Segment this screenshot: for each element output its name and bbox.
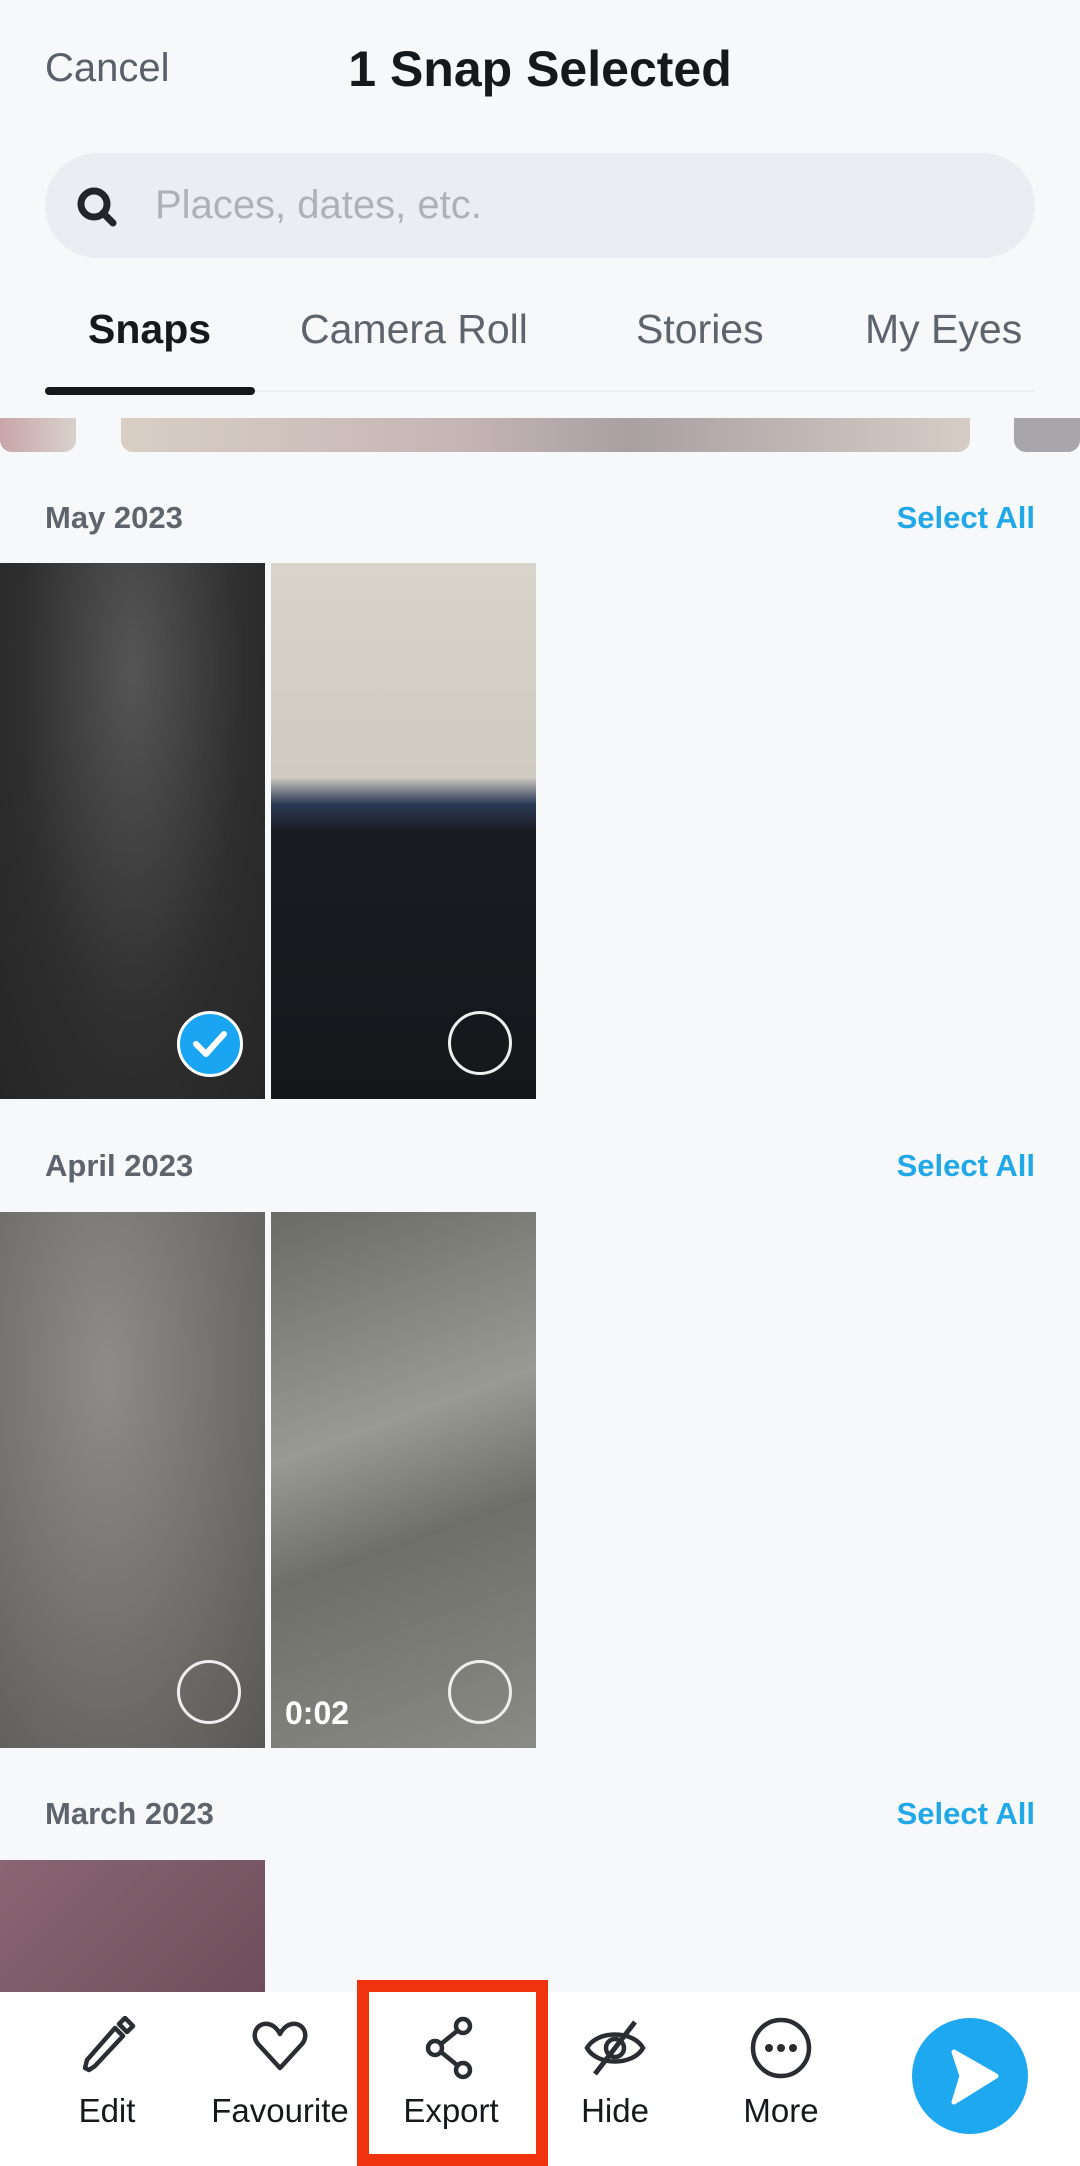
search-input[interactable]: Places, dates, etc. [45, 153, 1035, 258]
select-circle[interactable] [448, 1011, 512, 1075]
tab-indicator [45, 387, 255, 395]
story-thumbnail[interactable] [0, 418, 76, 452]
selected-check-icon[interactable] [177, 1011, 243, 1077]
tab-my-eyes[interactable]: My Eyes [865, 306, 1022, 353]
hide-button[interactable]: Hide [530, 1992, 700, 2166]
select-all-button[interactable]: Select All [897, 1796, 1035, 1832]
edit-label: Edit [78, 2092, 136, 2129]
search-placeholder: Places, dates, etc. [155, 183, 482, 227]
story-thumbnail[interactable] [1014, 418, 1080, 452]
section-title: April 2023 [45, 1148, 194, 1183]
story-thumbnail[interactable] [121, 418, 970, 452]
send-arrow-icon [951, 2049, 999, 2105]
more-label: More [743, 2092, 819, 2129]
snap-thumbnail[interactable] [0, 563, 265, 1099]
section-title: March 2023 [45, 1796, 214, 1831]
tab-camera-roll[interactable]: Camera Roll [300, 306, 528, 353]
snap-thumbnail[interactable]: 0:02 [271, 1212, 536, 1748]
favourite-button[interactable]: Favourite [195, 1992, 365, 2166]
send-button[interactable] [912, 2018, 1028, 2134]
snap-thumbnail[interactable] [271, 563, 536, 1099]
select-circle[interactable] [448, 1660, 512, 1724]
tab-stories[interactable]: Stories [636, 306, 764, 353]
edit-button[interactable]: Edit [22, 1992, 192, 2166]
favourite-label: Favourite [211, 2092, 349, 2129]
heart-icon [252, 2021, 308, 2071]
select-circle[interactable] [177, 1660, 241, 1724]
snap-thumbnail[interactable] [0, 1212, 265, 1748]
page-title: 1 Snap Selected [348, 41, 732, 97]
select-all-button[interactable]: Select All [897, 500, 1035, 536]
snap-thumbnail[interactable] [0, 1860, 265, 1992]
select-all-button[interactable]: Select All [897, 1148, 1035, 1184]
tab-snaps[interactable]: Snaps [88, 306, 211, 353]
search-icon [77, 187, 117, 227]
section-title: May 2023 [45, 500, 183, 535]
export-highlight-box [357, 1980, 548, 2166]
pencil-icon [82, 2016, 136, 2073]
video-duration: 0:02 [285, 1695, 350, 1731]
more-icon [750, 2017, 812, 2079]
hide-label: Hide [581, 2092, 649, 2129]
eye-off-icon [584, 2020, 646, 2076]
more-button[interactable]: More [696, 1992, 866, 2166]
